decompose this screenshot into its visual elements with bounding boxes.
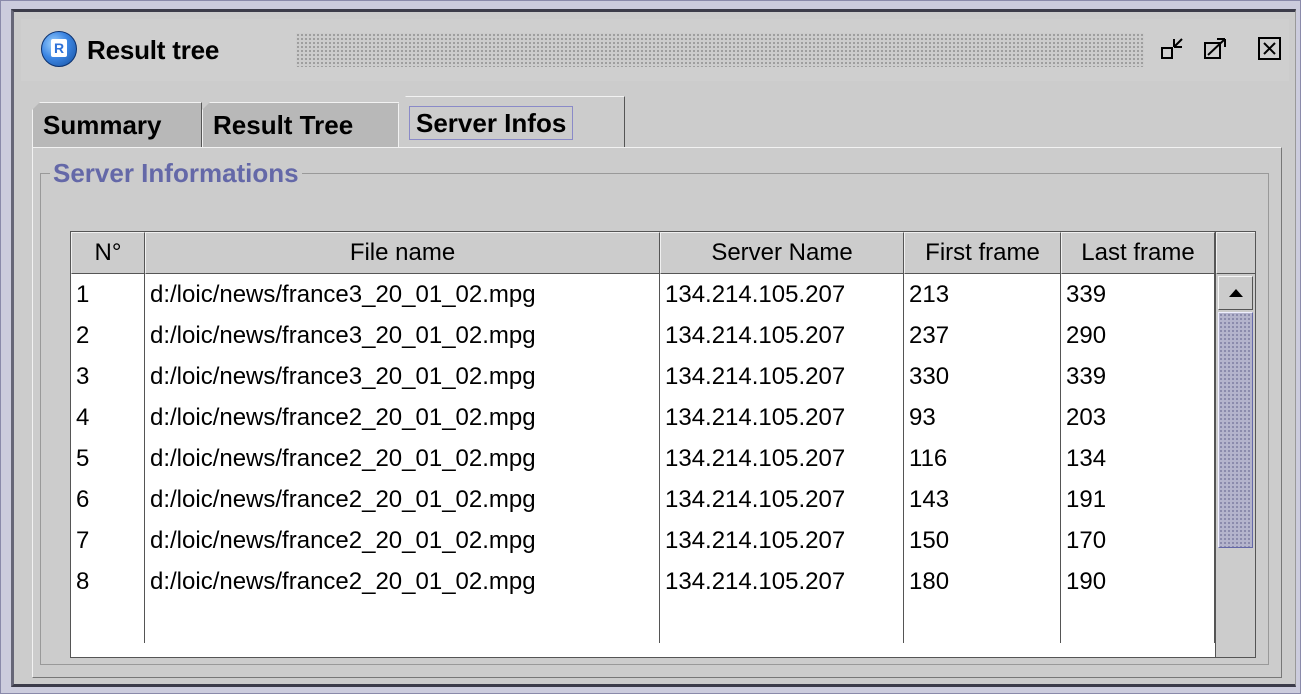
server-table: N° File name Server Name First frame Las…	[70, 231, 1256, 658]
cell-number: 2	[71, 315, 145, 356]
scroll-up-button[interactable]	[1218, 276, 1253, 310]
cell-file-name: d:/loic/news/france2_20_01_02.mpg	[145, 397, 660, 438]
app-logo-letter: R	[51, 39, 67, 57]
cell-last-frame: 339	[1061, 356, 1215, 397]
table-row[interactable]: 1 d:/loic/news/france3_20_01_02.mpg 134.…	[71, 274, 1215, 315]
cell-file-name: d:/loic/news/france3_20_01_02.mpg	[145, 274, 660, 315]
empty-cell	[1061, 602, 1215, 643]
table-row[interactable]: 8 d:/loic/news/france2_20_01_02.mpg 134.…	[71, 561, 1215, 602]
cell-file-name: d:/loic/news/france2_20_01_02.mpg	[145, 479, 660, 520]
cell-file-name: d:/loic/news/france3_20_01_02.mpg	[145, 356, 660, 397]
cell-number: 6	[71, 479, 145, 520]
cell-first-frame: 116	[904, 438, 1061, 479]
tab-summary-label: Summary	[43, 110, 162, 140]
cell-server-name: 134.214.105.207	[660, 520, 904, 561]
cell-first-frame: 213	[904, 274, 1061, 315]
table-row[interactable]: 6 d:/loic/news/france2_20_01_02.mpg 134.…	[71, 479, 1215, 520]
cell-first-frame: 180	[904, 561, 1061, 602]
cell-first-frame: 93	[904, 397, 1061, 438]
restore-down-button[interactable]	[1159, 35, 1187, 63]
cell-server-name: 134.214.105.207	[660, 438, 904, 479]
cell-number: 3	[71, 356, 145, 397]
cell-server-name: 134.214.105.207	[660, 274, 904, 315]
column-header-server-name[interactable]: Server Name	[660, 232, 904, 274]
tab-bar: Summary Result Tree Server Infos	[32, 96, 1282, 148]
cell-file-name: d:/loic/news/france2_20_01_02.mpg	[145, 561, 660, 602]
window-title: Result tree	[87, 35, 220, 65]
restore-down-icon	[1161, 38, 1183, 59]
cell-server-name: 134.214.105.207	[660, 315, 904, 356]
table-empty-row	[71, 602, 1215, 643]
cell-number: 7	[71, 520, 145, 561]
cell-server-name: 134.214.105.207	[660, 356, 904, 397]
group-title: Server Informations	[50, 158, 302, 189]
title-drag-area[interactable]	[296, 33, 1144, 67]
cell-last-frame: 190	[1061, 561, 1215, 602]
cell-server-name: 134.214.105.207	[660, 397, 904, 438]
cell-number: 8	[71, 561, 145, 602]
maximize-button[interactable]	[1202, 35, 1230, 63]
arrow-up-icon	[1228, 289, 1243, 297]
vertical-scrollbar[interactable]	[1215, 232, 1255, 657]
cell-number: 1	[71, 274, 145, 315]
tab-server-infos[interactable]: Server Infos	[398, 96, 625, 148]
empty-cell	[145, 602, 660, 643]
table-row[interactable]: 7 d:/loic/news/france2_20_01_02.mpg 134.…	[71, 520, 1215, 561]
close-button[interactable]	[1256, 35, 1284, 63]
scrollbar-header-corner	[1216, 232, 1255, 274]
cell-number: 5	[71, 438, 145, 479]
tab-server-infos-label: Server Infos	[409, 106, 574, 140]
scrollbar-thumb[interactable]	[1218, 312, 1253, 548]
tab-result-tree-label: Result Tree	[213, 110, 354, 140]
column-header-file-name[interactable]: File name	[145, 232, 660, 274]
column-header-number[interactable]: N°	[71, 232, 145, 274]
cell-server-name: 134.214.105.207	[660, 561, 904, 602]
table-row[interactable]: 5 d:/loic/news/france2_20_01_02.mpg 134.…	[71, 438, 1215, 479]
table-row[interactable]: 4 d:/loic/news/france2_20_01_02.mpg 134.…	[71, 397, 1215, 438]
cell-last-frame: 191	[1061, 479, 1215, 520]
table-body: 1 d:/loic/news/france3_20_01_02.mpg 134.…	[71, 274, 1215, 657]
cell-last-frame: 203	[1061, 397, 1215, 438]
close-icon	[1258, 37, 1281, 60]
cell-first-frame: 143	[904, 479, 1061, 520]
tab-summary[interactable]: Summary	[32, 102, 202, 148]
cell-last-frame: 170	[1061, 520, 1215, 561]
empty-cell	[71, 602, 145, 643]
title-bar[interactable]: R Result tree	[21, 19, 1289, 81]
cell-first-frame: 150	[904, 520, 1061, 561]
cell-last-frame: 134	[1061, 438, 1215, 479]
empty-cell	[660, 602, 904, 643]
cell-file-name: d:/loic/news/france2_20_01_02.mpg	[145, 438, 660, 479]
empty-cell	[904, 602, 1061, 643]
table-row[interactable]: 3 d:/loic/news/france3_20_01_02.mpg 134.…	[71, 356, 1215, 397]
cell-server-name: 134.214.105.207	[660, 479, 904, 520]
tab-result-tree[interactable]: Result Tree	[202, 102, 400, 148]
cell-file-name: d:/loic/news/france3_20_01_02.mpg	[145, 315, 660, 356]
cell-last-frame: 290	[1061, 315, 1215, 356]
cell-file-name: d:/loic/news/france2_20_01_02.mpg	[145, 520, 660, 561]
cell-first-frame: 330	[904, 356, 1061, 397]
table-header: N° File name Server Name First frame Las…	[71, 232, 1215, 274]
maximize-icon	[1204, 38, 1226, 59]
cell-first-frame: 237	[904, 315, 1061, 356]
app-logo-icon: R	[36, 31, 77, 68]
column-header-last-frame[interactable]: Last frame	[1061, 232, 1215, 274]
table-row[interactable]: 2 d:/loic/news/france3_20_01_02.mpg 134.…	[71, 315, 1215, 356]
cell-last-frame: 339	[1061, 274, 1215, 315]
column-header-first-frame[interactable]: First frame	[904, 232, 1061, 274]
window-frame: R Result tree Summary Result Tree Server…	[0, 0, 1301, 694]
cell-number: 4	[71, 397, 145, 438]
